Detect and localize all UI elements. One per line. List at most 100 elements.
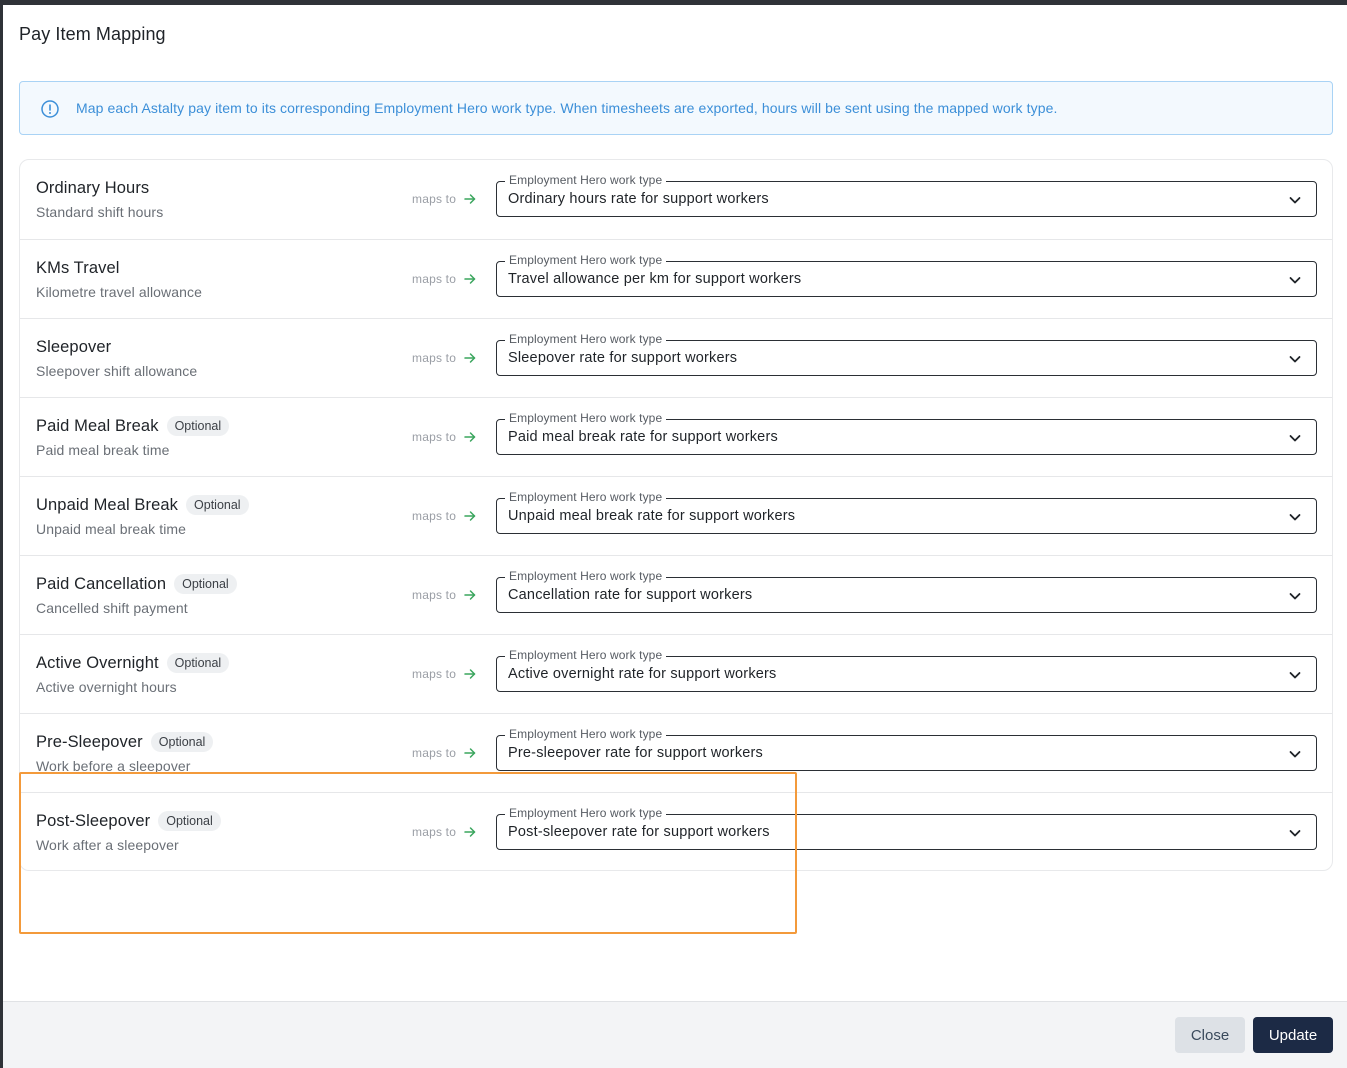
work-type-value: Sleepover rate for support workers <box>508 350 738 366</box>
pay-item-title: Post-Sleepover <box>36 811 151 830</box>
optional-badge: Optional <box>174 574 237 594</box>
work-type-label: Employment Hero work type <box>505 411 667 425</box>
work-type-value: Travel allowance per km for support work… <box>508 271 802 287</box>
maps-to-label: maps to <box>412 588 457 602</box>
row-title-group: KMs Travel <box>36 257 120 279</box>
info-banner: Map each Astalty pay item to its corresp… <box>19 81 1333 135</box>
info-text: Map each Astalty pay item to its corresp… <box>76 100 1058 116</box>
row-title-group: Unpaid Meal Break Optional <box>36 494 249 516</box>
pay-item-title: Pre-Sleepover <box>36 732 143 751</box>
pay-item-title: Ordinary Hours <box>36 178 150 197</box>
row-title-group: Ordinary Hours <box>36 177 149 199</box>
row-title-group: Paid Cancellation Optional <box>36 573 237 595</box>
chevron-down-icon[interactable] <box>1288 352 1302 366</box>
maps-to-indicator: maps to <box>412 824 477 840</box>
work-type-select[interactable]: Employment Hero work type Paid meal brea… <box>496 411 1317 455</box>
dialog-footer: Close Update <box>3 1001 1347 1068</box>
maps-to-label: maps to <box>412 825 457 839</box>
work-type-select[interactable]: Employment Hero work type Unpaid meal br… <box>496 490 1317 534</box>
chevron-down-icon[interactable] <box>1288 747 1302 761</box>
pay-item-title: Paid Cancellation <box>36 574 167 593</box>
work-type-value: Paid meal break rate for support workers <box>508 429 778 445</box>
info-circle-icon <box>41 100 59 118</box>
work-type-select[interactable]: Employment Hero work type Travel allowan… <box>496 253 1317 297</box>
chevron-down-icon[interactable] <box>1288 668 1302 682</box>
work-type-select[interactable]: Employment Hero work type Sleepover rate… <box>496 332 1317 376</box>
work-type-value: Post-sleepover rate for support workers <box>508 824 770 840</box>
chevron-down-icon[interactable] <box>1288 589 1302 603</box>
work-type-label: Employment Hero work type <box>505 490 667 504</box>
maps-to-label: maps to <box>412 430 457 444</box>
pay-item-title: Active Overnight <box>36 653 159 672</box>
work-type-label: Employment Hero work type <box>505 332 667 346</box>
pay-item-mapping-dialog: Pay Item Mapping Map each Astalty pay it… <box>3 5 1347 1068</box>
row-title-group: Post-Sleepover Optional <box>36 810 221 832</box>
work-type-select[interactable]: Employment Hero work type Active overnig… <box>496 648 1317 692</box>
work-type-select[interactable]: Employment Hero work type Post-sleepover… <box>496 806 1317 850</box>
dialog-header: Pay Item Mapping <box>3 5 1347 65</box>
mapping-row-4: Paid Meal Break Optional Paid meal break… <box>20 397 1332 476</box>
maps-to-label: maps to <box>412 746 457 760</box>
pay-item-subtitle: Cancelled shift payment <box>36 600 188 616</box>
pay-item-title: Sleepover <box>36 337 112 356</box>
pay-item-subtitle: Standard shift hours <box>36 204 164 220</box>
maps-to-indicator: maps to <box>412 350 477 366</box>
maps-to-label: maps to <box>412 192 457 206</box>
chevron-down-icon[interactable] <box>1288 193 1302 207</box>
maps-to-indicator: maps to <box>412 587 477 603</box>
update-button[interactable]: Update <box>1253 1017 1333 1053</box>
mapping-row-2: KMs Travel Kilometre travel allowance ma… <box>20 239 1332 318</box>
mapping-row-6: Paid Cancellation Optional Cancelled shi… <box>20 555 1332 634</box>
pay-item-title: Paid Meal Break <box>36 416 159 435</box>
work-type-value: Active overnight rate for support worker… <box>508 666 777 682</box>
pay-item-subtitle: Sleepover shift allowance <box>36 363 198 379</box>
mapping-row-3: Sleepover Sleepover shift allowance maps… <box>20 318 1332 397</box>
row-title-group: Active Overnight Optional <box>36 652 230 674</box>
maps-to-label: maps to <box>412 272 457 286</box>
close-button[interactable]: Close <box>1175 1017 1245 1053</box>
maps-to-indicator: maps to <box>412 666 477 682</box>
work-type-value: Cancellation rate for support workers <box>508 587 753 603</box>
chevron-down-icon[interactable] <box>1288 826 1302 840</box>
optional-badge: Optional <box>150 732 214 752</box>
arrow-right-icon <box>464 827 476 837</box>
pay-item-subtitle: Kilometre travel allowance <box>36 284 203 300</box>
mapping-row-8: Pre-Sleepover Optional Work before a sle… <box>20 713 1332 792</box>
maps-to-indicator: maps to <box>412 429 477 445</box>
row-title-group: Sleepover <box>36 336 111 358</box>
work-type-value: Unpaid meal break rate for support worke… <box>508 508 796 524</box>
mapping-row-1: Ordinary Hours Standard shift hours maps… <box>20 160 1332 239</box>
arrow-right-icon <box>464 274 476 284</box>
pay-item-subtitle: Active overnight hours <box>36 679 177 695</box>
pay-item-subtitle: Work after a sleepover <box>36 837 179 853</box>
maps-to-label: maps to <box>412 509 457 523</box>
row-title-group: Paid Meal Break Optional <box>36 415 230 437</box>
mapping-row-5: Unpaid Meal Break Optional Unpaid meal b… <box>20 476 1332 555</box>
arrow-right-icon <box>464 748 476 758</box>
mapping-row-9: Post-Sleepover Optional Work after a sle… <box>20 792 1332 870</box>
work-type-select[interactable]: Employment Hero work type Pre-sleepover … <box>496 727 1317 771</box>
arrow-right-icon <box>464 432 476 442</box>
optional-badge: Optional <box>166 416 230 436</box>
dialog-body: Map each Astalty pay item to its corresp… <box>3 65 1347 1001</box>
work-type-label: Employment Hero work type <box>505 727 667 741</box>
pay-item-subtitle: Unpaid meal break time <box>36 521 187 537</box>
maps-to-indicator: maps to <box>412 191 477 207</box>
maps-to-indicator: maps to <box>412 508 477 524</box>
row-title-group: Pre-Sleepover Optional <box>36 731 214 753</box>
work-type-select[interactable]: Employment Hero work type Cancellation r… <box>496 569 1317 613</box>
work-type-select[interactable]: Employment Hero work type Ordinary hours… <box>496 173 1317 217</box>
work-type-value: Ordinary hours rate for support workers <box>508 191 769 207</box>
pay-item-title: Unpaid Meal Break <box>36 495 179 514</box>
arrow-right-icon <box>464 669 476 679</box>
dialog-title: Pay Item Mapping <box>19 24 166 44</box>
chevron-down-icon[interactable] <box>1288 431 1302 445</box>
optional-badge: Optional <box>158 811 221 831</box>
optional-badge: Optional <box>186 495 249 515</box>
optional-badge: Optional <box>166 653 230 673</box>
arrow-right-icon <box>464 511 476 521</box>
work-type-label: Employment Hero work type <box>505 253 667 267</box>
work-type-label: Employment Hero work type <box>505 173 667 187</box>
chevron-down-icon[interactable] <box>1288 273 1302 287</box>
chevron-down-icon[interactable] <box>1288 510 1302 524</box>
